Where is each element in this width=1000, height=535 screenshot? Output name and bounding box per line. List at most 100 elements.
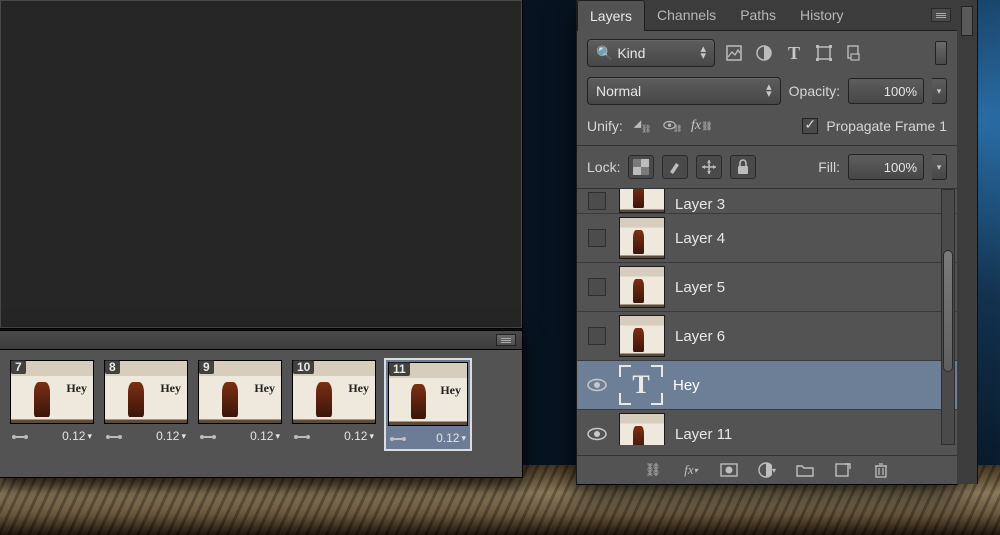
propagate-frame-checkbox[interactable] [802, 118, 818, 134]
search-icon: 🔍 [596, 45, 613, 62]
timeline-frame[interactable]: 80.12 [102, 358, 190, 451]
blend-mode-select[interactable]: Normal ▴▾ [587, 77, 781, 105]
collapsed-panel-strip[interactable] [957, 0, 978, 484]
layer-list-scrollbar[interactable] [941, 189, 955, 445]
frame-footer: 0.12 [196, 426, 284, 447]
timeline-frame[interactable]: 100.12 [290, 358, 378, 451]
visibility-toggle[interactable] [585, 422, 609, 445]
document-canvas[interactable] [0, 0, 523, 329]
layer-name[interactable]: Layer 3 [675, 196, 725, 213]
timeline-panel-menu-icon[interactable] [496, 334, 516, 346]
tween-icon[interactable] [12, 431, 28, 441]
layers-bottom-bar: ⛓ fx▾ ▾ [577, 455, 957, 484]
lock-position-icon[interactable] [696, 155, 722, 179]
layer-mask-icon[interactable] [720, 461, 738, 479]
layer-thumbnail [619, 189, 665, 213]
tween-icon[interactable] [200, 431, 216, 441]
tab-channels[interactable]: Channels [645, 0, 728, 30]
layer-list: Layer 3 Layer 4 Layer 5 Layer 6 T Hey Layer 11 [577, 189, 957, 445]
layer-row[interactable]: Layer 5 [577, 263, 957, 312]
frame-number: 7 [11, 360, 26, 374]
layer-row[interactable]: Layer 11 [577, 410, 957, 445]
frame-delay[interactable]: 0.12 [250, 429, 280, 443]
layer-thumbnail [619, 315, 665, 357]
opacity-value: 100% [884, 84, 917, 99]
blend-mode-value: Normal [596, 83, 641, 99]
frame-delay[interactable]: 0.12 [156, 429, 186, 443]
visibility-toggle[interactable] [585, 189, 609, 213]
lock-fill-row: Lock: Fill: 100% ▾ [577, 145, 957, 189]
opacity-input[interactable]: 100% [848, 78, 924, 104]
unify-style-icon[interactable]: fx⛓ [691, 115, 713, 137]
visibility-toggle[interactable] [585, 275, 609, 299]
unify-label: Unify: [587, 118, 623, 134]
visibility-toggle[interactable] [585, 373, 609, 397]
filter-kind-label: Kind [617, 45, 645, 61]
layer-thumbnail-type: T [619, 365, 663, 405]
fill-value: 100% [884, 160, 917, 175]
tween-icon[interactable] [294, 431, 310, 441]
filter-toggle-switch[interactable] [935, 41, 947, 65]
filter-adjustment-icon[interactable] [753, 42, 775, 64]
visibility-toggle[interactable] [585, 324, 609, 348]
timeline-frame[interactable]: 110.12 [384, 358, 472, 451]
filter-kind-select[interactable]: 🔍 Kind ▴▾ [587, 39, 715, 67]
frame-delay[interactable]: 0.12 [62, 429, 92, 443]
tween-icon[interactable] [106, 431, 122, 441]
frame-number: 10 [293, 360, 314, 374]
filter-type-icon[interactable]: T [783, 42, 805, 64]
lock-label: Lock: [587, 159, 620, 175]
tab-history[interactable]: History [788, 0, 856, 30]
frame-delay[interactable]: 0.12 [344, 429, 374, 443]
unify-position-icon[interactable]: ⛓ [631, 115, 653, 137]
svg-text:⛓: ⛓ [641, 124, 651, 133]
layer-filter-row: 🔍 Kind ▴▾ T [577, 31, 957, 75]
filter-pixel-icon[interactable] [723, 42, 745, 64]
tween-icon[interactable] [390, 433, 406, 443]
delete-layer-icon[interactable] [872, 461, 890, 479]
filter-smartobject-icon[interactable] [843, 42, 865, 64]
layer-row[interactable]: Layer 6 [577, 312, 957, 361]
layer-row[interactable]: Layer 3 [577, 189, 957, 214]
layer-name[interactable]: Layer 5 [675, 279, 725, 296]
layer-row[interactable]: Layer 4 [577, 214, 957, 263]
layer-name[interactable]: Layer 6 [675, 328, 725, 345]
unify-visibility-icon[interactable]: ⛓ [661, 115, 683, 137]
svg-text:⛓: ⛓ [673, 124, 681, 133]
lock-pixels-icon[interactable] [662, 155, 688, 179]
filter-shape-icon[interactable] [813, 42, 835, 64]
link-layers-icon[interactable]: ⛓ [644, 461, 662, 479]
visibility-toggle[interactable] [585, 226, 609, 250]
frame-number: 8 [105, 360, 120, 374]
propagate-frame-label: Propagate Frame 1 [826, 118, 947, 134]
frame-footer: 0.12 [386, 428, 470, 449]
lock-transparency-icon[interactable] [628, 155, 654, 179]
adjustment-layer-icon[interactable]: ▾ [758, 461, 776, 479]
panel-menu-icon[interactable] [931, 8, 951, 22]
timeline-panel: 70.1280.1290.12100.12110.12 [0, 330, 523, 478]
layer-row[interactable]: T Hey [577, 361, 957, 410]
collapsed-panel-peg[interactable] [961, 6, 973, 36]
layer-style-icon[interactable]: fx▾ [682, 461, 700, 479]
tab-layers[interactable]: Layers [577, 0, 645, 31]
fill-dropdown-icon[interactable]: ▾ [932, 154, 947, 180]
frame-delay[interactable]: 0.12 [436, 431, 466, 445]
layer-name[interactable]: Layer 4 [675, 230, 725, 247]
layer-name[interactable]: Layer 11 [675, 426, 732, 443]
opacity-label: Opacity: [789, 83, 840, 99]
lock-all-icon[interactable] [730, 155, 756, 179]
fill-input[interactable]: 100% [848, 154, 924, 180]
opacity-dropdown-icon[interactable]: ▾ [932, 78, 947, 104]
layer-name[interactable]: Hey [673, 377, 700, 394]
layer-thumbnail [619, 266, 665, 308]
scrollbar-handle[interactable] [943, 250, 953, 372]
layer-group-icon[interactable] [796, 461, 814, 479]
tab-paths[interactable]: Paths [728, 0, 788, 30]
new-layer-icon[interactable] [834, 461, 852, 479]
layer-thumbnail [619, 217, 665, 259]
timeline-frame[interactable]: 90.12 [196, 358, 284, 451]
frame-footer: 0.12 [102, 426, 190, 447]
timeline-frame[interactable]: 70.12 [8, 358, 96, 451]
fill-label: Fill: [818, 159, 840, 175]
layers-panel: Layers Channels Paths History 🔍 Kind ▴▾ … [576, 0, 958, 485]
